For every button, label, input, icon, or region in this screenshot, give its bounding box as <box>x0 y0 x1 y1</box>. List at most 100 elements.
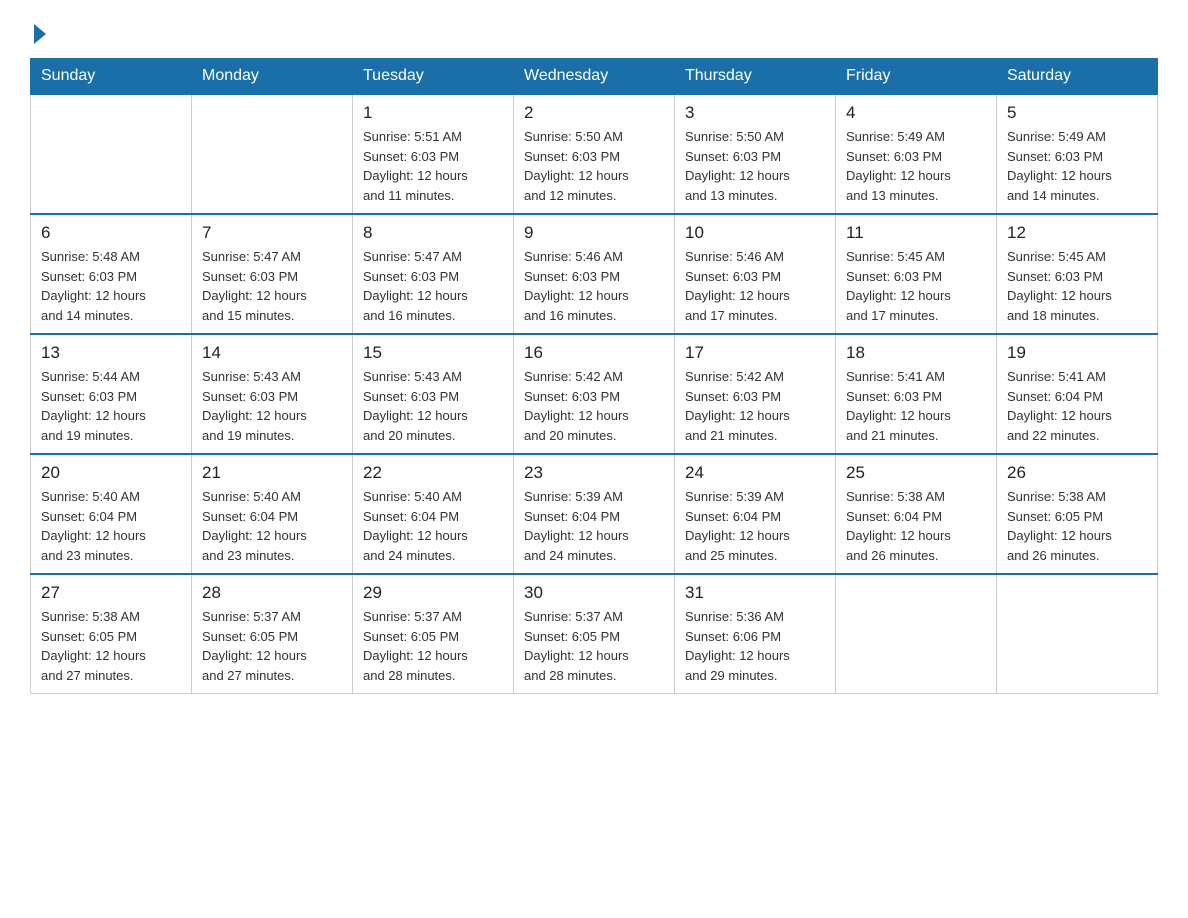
day-info: Sunrise: 5:46 AM Sunset: 6:03 PM Dayligh… <box>685 247 825 325</box>
day-number: 31 <box>685 583 825 603</box>
day-info: Sunrise: 5:37 AM Sunset: 6:05 PM Dayligh… <box>202 607 342 685</box>
calendar-week-row: 13 Sunrise: 5:44 AM Sunset: 6:03 PM Dayli… <box>31 334 1158 454</box>
day-info: Sunrise: 5:45 AM Sunset: 6:03 PM Dayligh… <box>846 247 986 325</box>
calendar-cell: 12Sunrise: 5:45 AM Sunset: 6:03 PM Dayli… <box>997 214 1158 334</box>
calendar-cell: 19 Sunrise: 5:41 AM Sunset: 6:04 PM Dayli… <box>997 334 1158 454</box>
day-info: Sunrise: 5:41 AM Sunset: 6:03 PM Dayligh… <box>846 367 986 445</box>
day-number: 16 <box>524 343 664 363</box>
day-number: 14 <box>202 343 342 363</box>
calendar-cell: 27 Sunrise: 5:38 AM Sunset: 6:05 PM Dayli… <box>31 574 192 694</box>
calendar-cell: 17Sunrise: 5:42 AM Sunset: 6:03 PM Dayli… <box>675 334 836 454</box>
day-info: Sunrise: 5:43 AM Sunset: 6:03 PM Dayligh… <box>363 367 503 445</box>
calendar-cell: 28 Sunrise: 5:37 AM Sunset: 6:05 PM Dayli… <box>192 574 353 694</box>
page-header <box>30 20 1158 40</box>
day-number: 25 <box>846 463 986 483</box>
day-info: Sunrise: 5:40 AM Sunset: 6:04 PM Dayligh… <box>41 487 181 565</box>
day-number: 13 <box>41 343 181 363</box>
calendar-cell <box>836 574 997 694</box>
calendar-cell: 29 Sunrise: 5:37 AM Sunset: 6:05 PM Dayli… <box>353 574 514 694</box>
calendar-cell: 24 Sunrise: 5:39 AM Sunset: 6:04 PM Dayli… <box>675 454 836 574</box>
calendar-cell: 13 Sunrise: 5:44 AM Sunset: 6:03 PM Dayli… <box>31 334 192 454</box>
calendar-week-row: 1Sunrise: 5:51 AM Sunset: 6:03 PM Daylig… <box>31 94 1158 214</box>
day-info: Sunrise: 5:42 AM Sunset: 6:03 PM Dayligh… <box>685 367 825 445</box>
day-number: 4 <box>846 103 986 123</box>
day-info: Sunrise: 5:43 AM Sunset: 6:03 PM Dayligh… <box>202 367 342 445</box>
calendar-week-row: 27 Sunrise: 5:38 AM Sunset: 6:05 PM Dayli… <box>31 574 1158 694</box>
day-number: 24 <box>685 463 825 483</box>
column-header-wednesday: Wednesday <box>514 59 675 95</box>
day-info: Sunrise: 5:50 AM Sunset: 6:03 PM Dayligh… <box>685 127 825 205</box>
logo-arrow-icon <box>34 24 46 44</box>
calendar-table: SundayMondayTuesdayWednesdayThursdayFrid… <box>30 58 1158 694</box>
calendar-cell: 25 Sunrise: 5:38 AM Sunset: 6:04 PM Dayli… <box>836 454 997 574</box>
day-info: Sunrise: 5:40 AM Sunset: 6:04 PM Dayligh… <box>363 487 503 565</box>
day-info: Sunrise: 5:42 AM Sunset: 6:03 PM Dayligh… <box>524 367 664 445</box>
day-info: Sunrise: 5:46 AM Sunset: 6:03 PM Dayligh… <box>524 247 664 325</box>
day-number: 9 <box>524 223 664 243</box>
calendar-cell <box>31 94 192 214</box>
day-info: Sunrise: 5:37 AM Sunset: 6:05 PM Dayligh… <box>524 607 664 685</box>
calendar-cell: 11 Sunrise: 5:45 AM Sunset: 6:03 PM Dayli… <box>836 214 997 334</box>
day-number: 3 <box>685 103 825 123</box>
calendar-week-row: 20 Sunrise: 5:40 AM Sunset: 6:04 PM Dayli… <box>31 454 1158 574</box>
day-info: Sunrise: 5:49 AM Sunset: 6:03 PM Dayligh… <box>1007 127 1147 205</box>
calendar-cell: 8 Sunrise: 5:47 AM Sunset: 6:03 PM Daylig… <box>353 214 514 334</box>
day-info: Sunrise: 5:37 AM Sunset: 6:05 PM Dayligh… <box>363 607 503 685</box>
calendar-cell <box>997 574 1158 694</box>
day-info: Sunrise: 5:50 AM Sunset: 6:03 PM Dayligh… <box>524 127 664 205</box>
day-number: 23 <box>524 463 664 483</box>
day-info: Sunrise: 5:48 AM Sunset: 6:03 PM Dayligh… <box>41 247 181 325</box>
day-info: Sunrise: 5:40 AM Sunset: 6:04 PM Dayligh… <box>202 487 342 565</box>
day-number: 20 <box>41 463 181 483</box>
column-header-tuesday: Tuesday <box>353 59 514 95</box>
column-header-monday: Monday <box>192 59 353 95</box>
column-header-friday: Friday <box>836 59 997 95</box>
day-number: 29 <box>363 583 503 603</box>
calendar-cell: 31 Sunrise: 5:36 AM Sunset: 6:06 PM Dayli… <box>675 574 836 694</box>
day-info: Sunrise: 5:47 AM Sunset: 6:03 PM Dayligh… <box>363 247 503 325</box>
day-number: 8 <box>363 223 503 243</box>
day-info: Sunrise: 5:38 AM Sunset: 6:05 PM Dayligh… <box>41 607 181 685</box>
day-number: 27 <box>41 583 181 603</box>
day-number: 21 <box>202 463 342 483</box>
calendar-cell: 6 Sunrise: 5:48 AM Sunset: 6:03 PM Daylig… <box>31 214 192 334</box>
day-info: Sunrise: 5:44 AM Sunset: 6:03 PM Dayligh… <box>41 367 181 445</box>
calendar-cell: 22 Sunrise: 5:40 AM Sunset: 6:04 PM Dayli… <box>353 454 514 574</box>
calendar-cell: 7 Sunrise: 5:47 AM Sunset: 6:03 PM Daylig… <box>192 214 353 334</box>
day-number: 15 <box>363 343 503 363</box>
day-info: Sunrise: 5:49 AM Sunset: 6:03 PM Dayligh… <box>846 127 986 205</box>
calendar-cell: 21 Sunrise: 5:40 AM Sunset: 6:04 PM Dayli… <box>192 454 353 574</box>
day-info: Sunrise: 5:39 AM Sunset: 6:04 PM Dayligh… <box>685 487 825 565</box>
calendar-cell: 15 Sunrise: 5:43 AM Sunset: 6:03 PM Dayli… <box>353 334 514 454</box>
column-header-sunday: Sunday <box>31 59 192 95</box>
day-number: 18 <box>846 343 986 363</box>
calendar-cell: 10Sunrise: 5:46 AM Sunset: 6:03 PM Dayli… <box>675 214 836 334</box>
day-number: 6 <box>41 223 181 243</box>
calendar-cell <box>192 94 353 214</box>
day-number: 7 <box>202 223 342 243</box>
day-number: 22 <box>363 463 503 483</box>
calendar-cell: 1Sunrise: 5:51 AM Sunset: 6:03 PM Daylig… <box>353 94 514 214</box>
calendar-cell: 16 Sunrise: 5:42 AM Sunset: 6:03 PM Dayli… <box>514 334 675 454</box>
day-info: Sunrise: 5:47 AM Sunset: 6:03 PM Dayligh… <box>202 247 342 325</box>
day-info: Sunrise: 5:41 AM Sunset: 6:04 PM Dayligh… <box>1007 367 1147 445</box>
day-info: Sunrise: 5:45 AM Sunset: 6:03 PM Dayligh… <box>1007 247 1147 325</box>
column-header-thursday: Thursday <box>675 59 836 95</box>
day-number: 28 <box>202 583 342 603</box>
day-info: Sunrise: 5:51 AM Sunset: 6:03 PM Dayligh… <box>363 127 503 205</box>
day-info: Sunrise: 5:38 AM Sunset: 6:04 PM Dayligh… <box>846 487 986 565</box>
calendar-cell: 2 Sunrise: 5:50 AM Sunset: 6:03 PM Daylig… <box>514 94 675 214</box>
calendar-cell: 3 Sunrise: 5:50 AM Sunset: 6:03 PM Daylig… <box>675 94 836 214</box>
day-info: Sunrise: 5:39 AM Sunset: 6:04 PM Dayligh… <box>524 487 664 565</box>
day-info: Sunrise: 5:36 AM Sunset: 6:06 PM Dayligh… <box>685 607 825 685</box>
day-number: 30 <box>524 583 664 603</box>
day-number: 2 <box>524 103 664 123</box>
calendar-cell: 18 Sunrise: 5:41 AM Sunset: 6:03 PM Dayli… <box>836 334 997 454</box>
calendar-header-row: SundayMondayTuesdayWednesdayThursdayFrid… <box>31 59 1158 95</box>
calendar-cell: 30 Sunrise: 5:37 AM Sunset: 6:05 PM Dayli… <box>514 574 675 694</box>
day-number: 19 <box>1007 343 1147 363</box>
day-number: 5 <box>1007 103 1147 123</box>
column-header-saturday: Saturday <box>997 59 1158 95</box>
day-number: 11 <box>846 223 986 243</box>
calendar-cell: 4 Sunrise: 5:49 AM Sunset: 6:03 PM Daylig… <box>836 94 997 214</box>
